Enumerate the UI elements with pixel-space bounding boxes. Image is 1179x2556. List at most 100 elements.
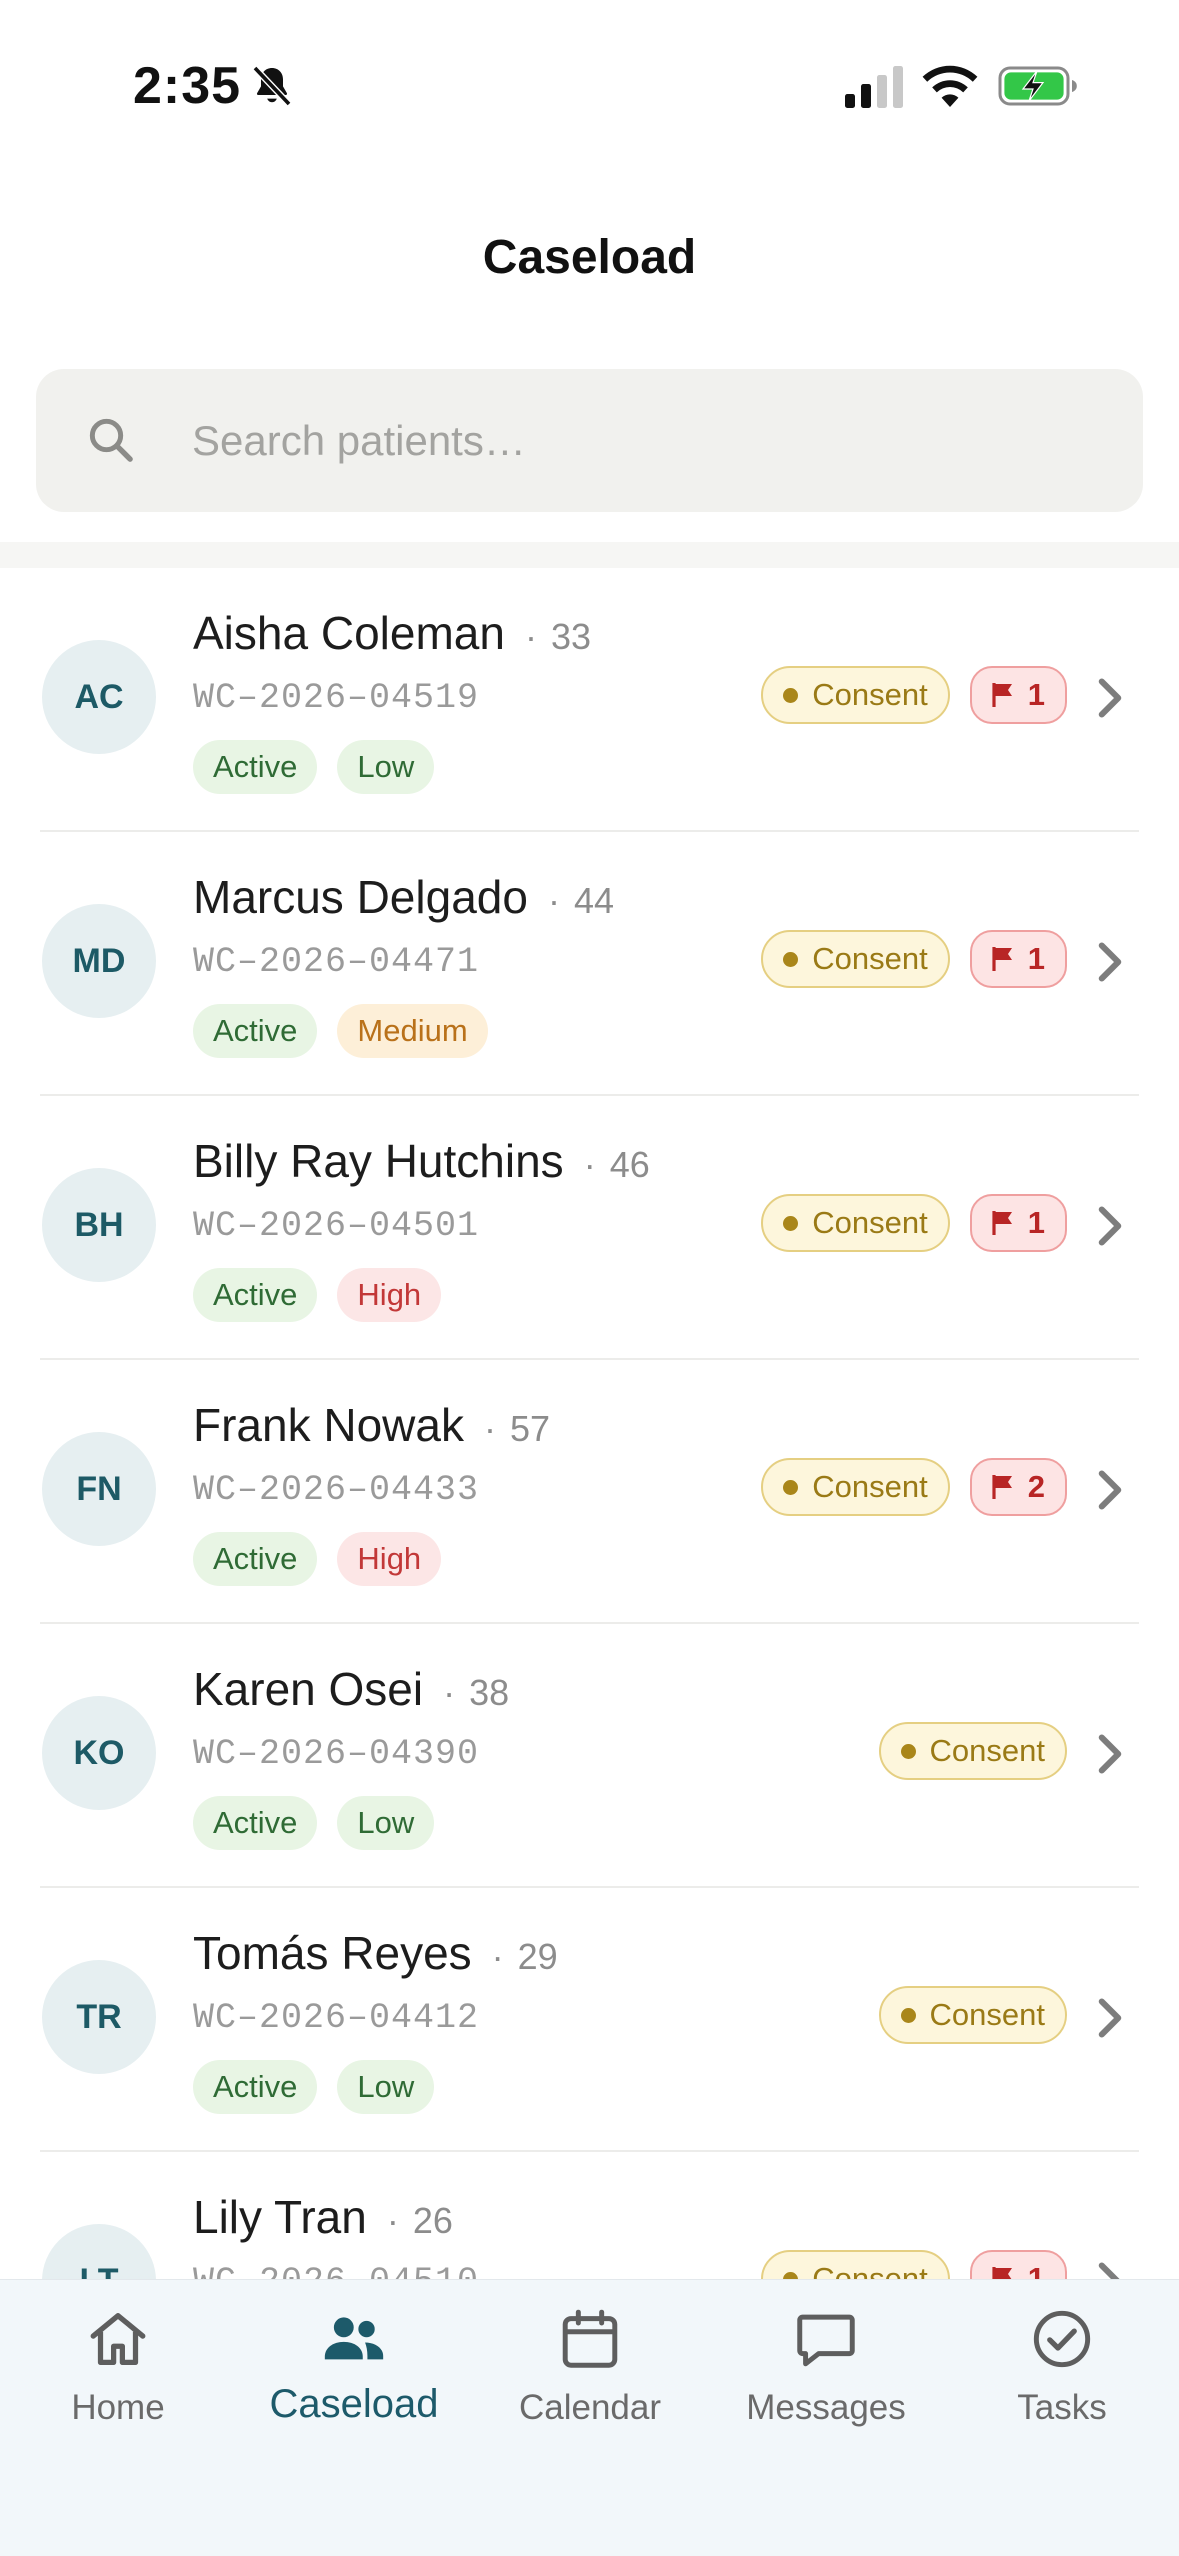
patient-age: 46 bbox=[609, 1144, 650, 1185]
patient-name-line: Tomás Reyes · 29 bbox=[193, 1926, 558, 1980]
chevron-right-icon bbox=[1098, 1734, 1122, 1774]
consent-badge[interactable]: Consent bbox=[761, 2250, 950, 2279]
tab-caseload[interactable]: Caseload bbox=[236, 2280, 472, 2480]
separator-dot: · bbox=[524, 616, 537, 657]
patient-row[interactable]: BH Billy Ray Hutchins · 46 WC–2026–04501 Acti… bbox=[0, 1096, 1179, 1360]
flag-count: 1 bbox=[1027, 677, 1045, 712]
separator-dot: · bbox=[491, 1936, 504, 1977]
status-tags: Active High bbox=[193, 1532, 442, 1586]
case-id: WC–2026–04501 bbox=[193, 1206, 480, 1246]
indicator-badges: Consent 2 bbox=[761, 1458, 1067, 1516]
flag-icon bbox=[992, 2267, 1012, 2279]
status-bar: 2:35 bbox=[0, 0, 1179, 150]
patient-row[interactable]: KO Karen Osei · 38 WC–2026–04390 Active Low Con… bbox=[0, 1624, 1179, 1888]
screen: 2:35 Caseload Search patients… AC Aisha … bbox=[0, 0, 1179, 2556]
avatar: AC bbox=[42, 640, 156, 754]
patient-row[interactable]: MD Marcus Delgado · 44 WC–2026–04471 Active Me… bbox=[0, 832, 1179, 1096]
patient-list[interactable]: AC Aisha Coleman · 33 WC–2026–04519 Active Low… bbox=[0, 568, 1179, 2279]
consent-badge[interactable]: Consent bbox=[761, 1194, 950, 1252]
case-id: WC–2026–04412 bbox=[193, 1998, 480, 2038]
bell-slash-icon bbox=[252, 65, 292, 107]
home-icon bbox=[90, 2313, 146, 2365]
patient-row[interactable]: AC Aisha Coleman · 33 WC–2026–04519 Active Low… bbox=[0, 568, 1179, 832]
status-badge: Active bbox=[193, 740, 318, 794]
patient-name: Marcus Delgado bbox=[193, 871, 528, 923]
indicator-badges: Consent 1 bbox=[761, 930, 1067, 988]
status-time: 2:35 bbox=[133, 57, 242, 115]
indicator-badges: Consent 1 bbox=[761, 666, 1067, 724]
search-bar[interactable] bbox=[36, 369, 1143, 512]
patient-row[interactable]: TR Tomás Reyes · 29 WC–2026–04412 Active Low Co… bbox=[0, 1888, 1179, 2152]
consent-badge[interactable]: Consent bbox=[878, 1986, 1067, 2044]
patient-name: Frank Nowak bbox=[193, 1399, 464, 1451]
consent-label: Consent bbox=[812, 2261, 928, 2279]
avatar: MD bbox=[42, 904, 156, 1018]
flag-badge[interactable]: 2 bbox=[969, 1458, 1067, 1516]
risk-badge: High bbox=[337, 1532, 442, 1586]
tab-bar: Home Caseload Calendar Messages Tasks bbox=[0, 2279, 1179, 2556]
risk-badge: Medium bbox=[337, 1004, 488, 1058]
tab-label: Home bbox=[71, 2388, 165, 2427]
consent-dot-icon bbox=[783, 1479, 799, 1495]
flag-badge[interactable]: 1 bbox=[969, 1194, 1067, 1252]
status-badge: Active bbox=[193, 2060, 318, 2114]
chevron-right-icon bbox=[1098, 1998, 1122, 2038]
patient-name-line: Marcus Delgado · 44 bbox=[193, 870, 614, 924]
patient-age: 33 bbox=[550, 616, 591, 657]
flag-icon bbox=[992, 1211, 1012, 1235]
tab-calendar[interactable]: Calendar bbox=[472, 2280, 708, 2480]
consent-dot-icon bbox=[783, 2271, 799, 2279]
avatar: KO bbox=[42, 1696, 156, 1810]
flag-icon bbox=[992, 947, 1012, 971]
consent-label: Consent bbox=[929, 1997, 1045, 2032]
consent-label: Consent bbox=[812, 677, 928, 712]
cellular-signal-icon bbox=[845, 66, 903, 108]
case-id: WC–2026–04510 bbox=[193, 2262, 479, 2279]
consent-label: Consent bbox=[812, 1205, 928, 1240]
flag-badge[interactable]: 1 bbox=[969, 2250, 1067, 2279]
search-input[interactable] bbox=[192, 369, 1092, 512]
patient-name: Billy Ray Hutchins bbox=[193, 1135, 564, 1187]
consent-dot-icon bbox=[783, 951, 799, 967]
wifi-icon bbox=[922, 65, 978, 107]
consent-dot-icon bbox=[783, 687, 799, 703]
patient-name: Lily Tran bbox=[193, 2191, 367, 2243]
tab-label: Calendar bbox=[518, 2388, 662, 2427]
tab-home[interactable]: Home bbox=[0, 2280, 236, 2480]
status-tags: Active High bbox=[193, 1268, 442, 1322]
patient-age: 44 bbox=[573, 880, 614, 921]
consent-label: Consent bbox=[812, 941, 928, 976]
indicator-badges: Consent 1 bbox=[761, 1194, 1067, 1252]
patient-row[interactable]: FN Frank Nowak · 57 WC–2026–04433 Active High C… bbox=[0, 1360, 1179, 1624]
chevron-right-icon bbox=[1098, 2262, 1120, 2279]
consent-badge[interactable]: Consent bbox=[761, 1458, 950, 1516]
consent-label: Consent bbox=[929, 1733, 1045, 1768]
tab-messages[interactable]: Messages bbox=[708, 2280, 944, 2480]
flag-icon bbox=[992, 1475, 1012, 1499]
patient-name: Aisha Coleman bbox=[193, 607, 505, 659]
tab-tasks[interactable]: Tasks bbox=[944, 2280, 1179, 2480]
flag-badge[interactable]: 1 bbox=[969, 666, 1067, 724]
consent-dot-icon bbox=[900, 1743, 916, 1759]
flag-badge[interactable]: 1 bbox=[969, 930, 1067, 988]
separator-dot: · bbox=[483, 1408, 496, 1449]
patient-row[interactable]: LTLily Tran·26WC–2026–04510ActiveLowCons… bbox=[0, 2152, 1179, 2279]
patient-name-line: Karen Osei · 38 bbox=[193, 1662, 509, 1716]
indicator-badges: Consent bbox=[878, 1986, 1067, 2044]
chevron-right-icon bbox=[1098, 1206, 1122, 1246]
separator-dot: · bbox=[583, 1144, 596, 1185]
avatar: BH bbox=[42, 1168, 156, 1282]
consent-badge[interactable]: Consent bbox=[761, 930, 950, 988]
list-top-divider bbox=[0, 542, 1179, 568]
patient-name-line: Lily Tran · 26 bbox=[193, 2190, 453, 2244]
indicator-badges: Consent bbox=[878, 1722, 1067, 1780]
patient-age: 38 bbox=[469, 1672, 510, 1713]
consent-badge[interactable]: Consent bbox=[878, 1722, 1067, 1780]
separator-dot: · bbox=[386, 2200, 399, 2241]
risk-badge: Low bbox=[337, 1796, 435, 1850]
status-tags: Active Medium bbox=[193, 1004, 488, 1058]
risk-badge: Low bbox=[337, 740, 435, 794]
consent-badge[interactable]: Consent bbox=[761, 666, 950, 724]
patient-name-line: Aisha Coleman · 33 bbox=[193, 606, 591, 660]
page-title: Caseload bbox=[482, 231, 697, 284]
